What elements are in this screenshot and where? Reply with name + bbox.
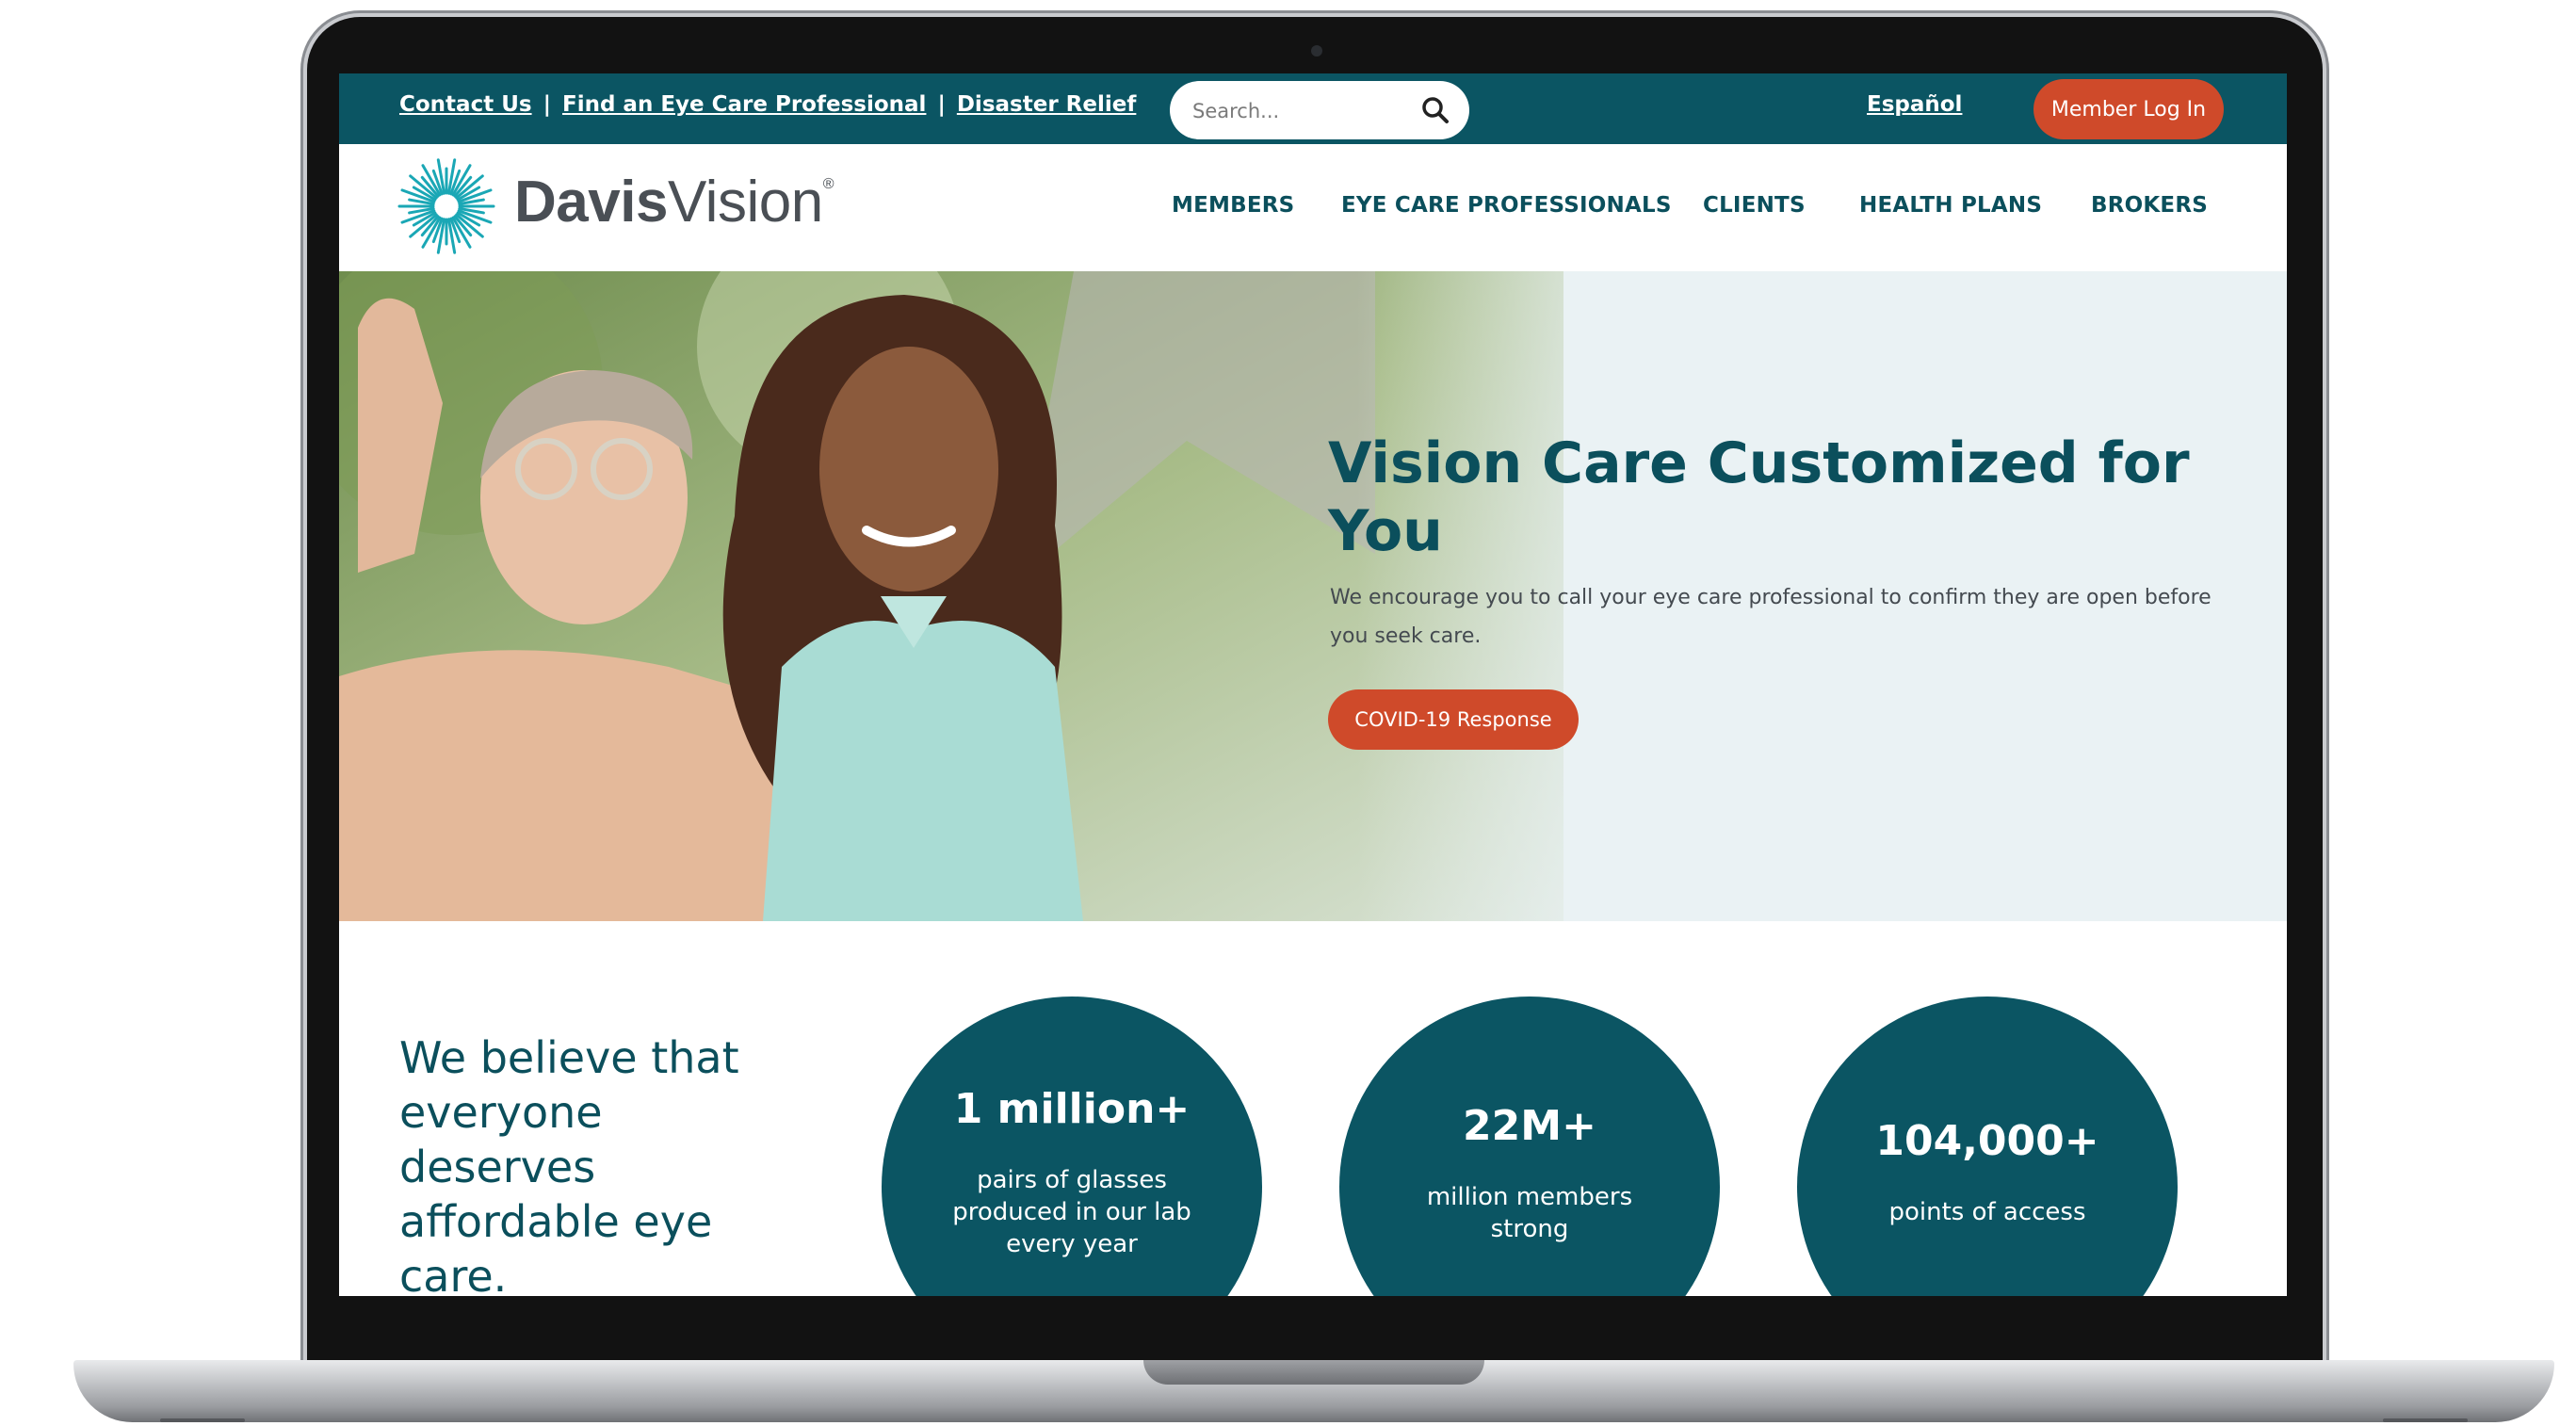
logo-bold-text: Davis <box>514 170 668 235</box>
logo-light-text: Vision <box>667 170 823 235</box>
contact-us-link[interactable]: Contact Us <box>399 92 532 117</box>
nav-brokers[interactable]: BROKERS <box>2091 193 2208 218</box>
hero-subtitle: We encourage you to call your eye care p… <box>1330 586 2211 648</box>
laptop-camera <box>1311 45 1322 57</box>
stat-label: points of access <box>1888 1198 2086 1226</box>
hero-banner: Vision Care Customized for You We encour… <box>339 271 2287 921</box>
stat-circle: 104,000+ points of access <box>1797 997 2178 1296</box>
sunburst-logo-icon[interactable] <box>396 155 497 257</box>
stat-circle: 22M+ million members strong <box>1339 997 1720 1296</box>
nav-health-plans[interactable]: HEALTH PLANS <box>1859 193 2042 218</box>
search-icon[interactable] <box>1420 95 1450 125</box>
utility-links: Contact Us | Find an Eye Care Profession… <box>399 92 1136 117</box>
brand-logo[interactable]: DavisVision® <box>514 169 834 235</box>
registered-mark: ® <box>822 176 834 192</box>
stat-label: million members strong <box>1426 1183 1633 1243</box>
laptop-foot <box>160 1418 245 1422</box>
site-header: DavisVision® MEMBERS EYE CARE PROFESSION… <box>339 144 2287 271</box>
laptop-foot <box>2383 1418 2468 1422</box>
link-separator: | <box>937 92 946 117</box>
stat-circle: 1 million+ pairs of glasses produced in … <box>882 997 1262 1296</box>
browser-screen: Contact Us | Find an Eye Care Profession… <box>339 73 2287 1296</box>
utility-bar: Contact Us | Find an Eye Care Profession… <box>339 73 2287 144</box>
search-box <box>1170 81 1469 139</box>
laptop-notch <box>1143 1360 1484 1385</box>
stat-number: 104,000+ <box>1875 1117 2099 1165</box>
member-login-button[interactable]: Member Log In <box>2033 79 2224 139</box>
stat-number: 1 million+ <box>953 1085 1191 1133</box>
hero-title: Vision Care Customized for You <box>1328 430 2190 564</box>
belief-statement: We believe that everyone deserves afford… <box>399 1032 739 1296</box>
link-separator: | <box>543 92 551 117</box>
nav-eye-care-professionals[interactable]: EYE CARE PROFESSIONALS <box>1341 193 1672 218</box>
covid-response-button[interactable]: COVID-19 Response <box>1328 689 1579 750</box>
nav-clients[interactable]: CLIENTS <box>1703 193 1806 218</box>
nav-members[interactable]: MEMBERS <box>1172 193 1294 218</box>
espanol-link[interactable]: Español <box>1867 92 1962 117</box>
stat-label: pairs of glasses produced in our lab eve… <box>952 1166 1191 1258</box>
search-input[interactable] <box>1191 94 1411 128</box>
find-eye-care-professional-link[interactable]: Find an Eye Care Professional <box>562 92 926 117</box>
stat-number: 22M+ <box>1463 1102 1596 1150</box>
disaster-relief-link[interactable]: Disaster Relief <box>957 92 1137 117</box>
